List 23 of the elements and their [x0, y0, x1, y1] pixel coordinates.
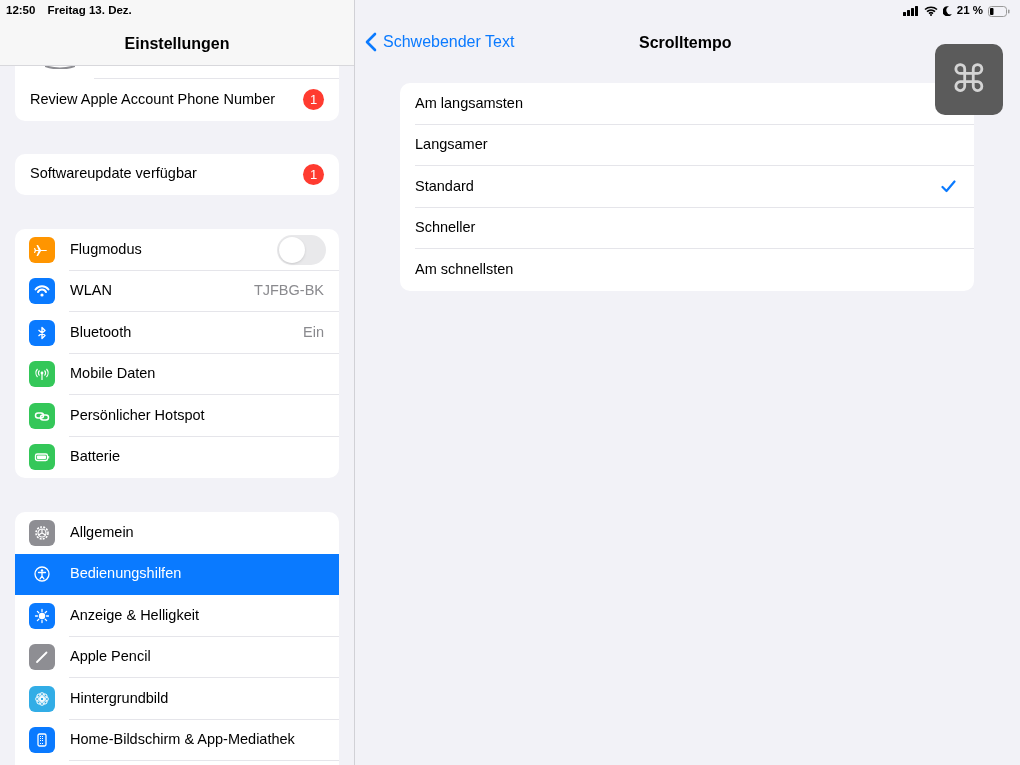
page-title: Scrolltempo — [639, 33, 732, 53]
row-label: Bluetooth — [70, 322, 132, 342]
row-label: Allgemein — [70, 522, 134, 542]
row-label: Review Apple Account Phone Number — [30, 89, 276, 109]
row-label: WLAN — [70, 281, 112, 301]
row-label: Anzeige & Helligkeit — [70, 605, 199, 625]
row-label: Hintergrundbild — [70, 688, 169, 708]
sidebar-title: Einstellungen — [124, 34, 230, 54]
row-label: Mobile Daten — [70, 364, 156, 384]
row-label: Batterie — [70, 447, 120, 467]
row-value: TJFBG-BK — [253, 281, 324, 301]
row-label: Apple Pencil — [70, 647, 151, 667]
row-label: Softwareupdate verfügbar — [30, 164, 197, 184]
battery-percent: 21 % — [956, 3, 983, 19]
status-date: Freitag 13. Dez. — [47, 3, 132, 19]
row-value: Ein — [303, 322, 324, 342]
row-label: Flugmodus — [70, 239, 142, 259]
row-label: Home-Bildschirm & App-Mediathek — [70, 730, 295, 750]
row-label: Bedienungshilfen — [70, 564, 182, 584]
notification-badge: 1 — [303, 89, 324, 111]
row-label: Persönlicher Hotspot — [70, 405, 205, 425]
notification-badge: 1 — [303, 163, 324, 185]
status-time: 12:50 — [6, 3, 36, 19]
